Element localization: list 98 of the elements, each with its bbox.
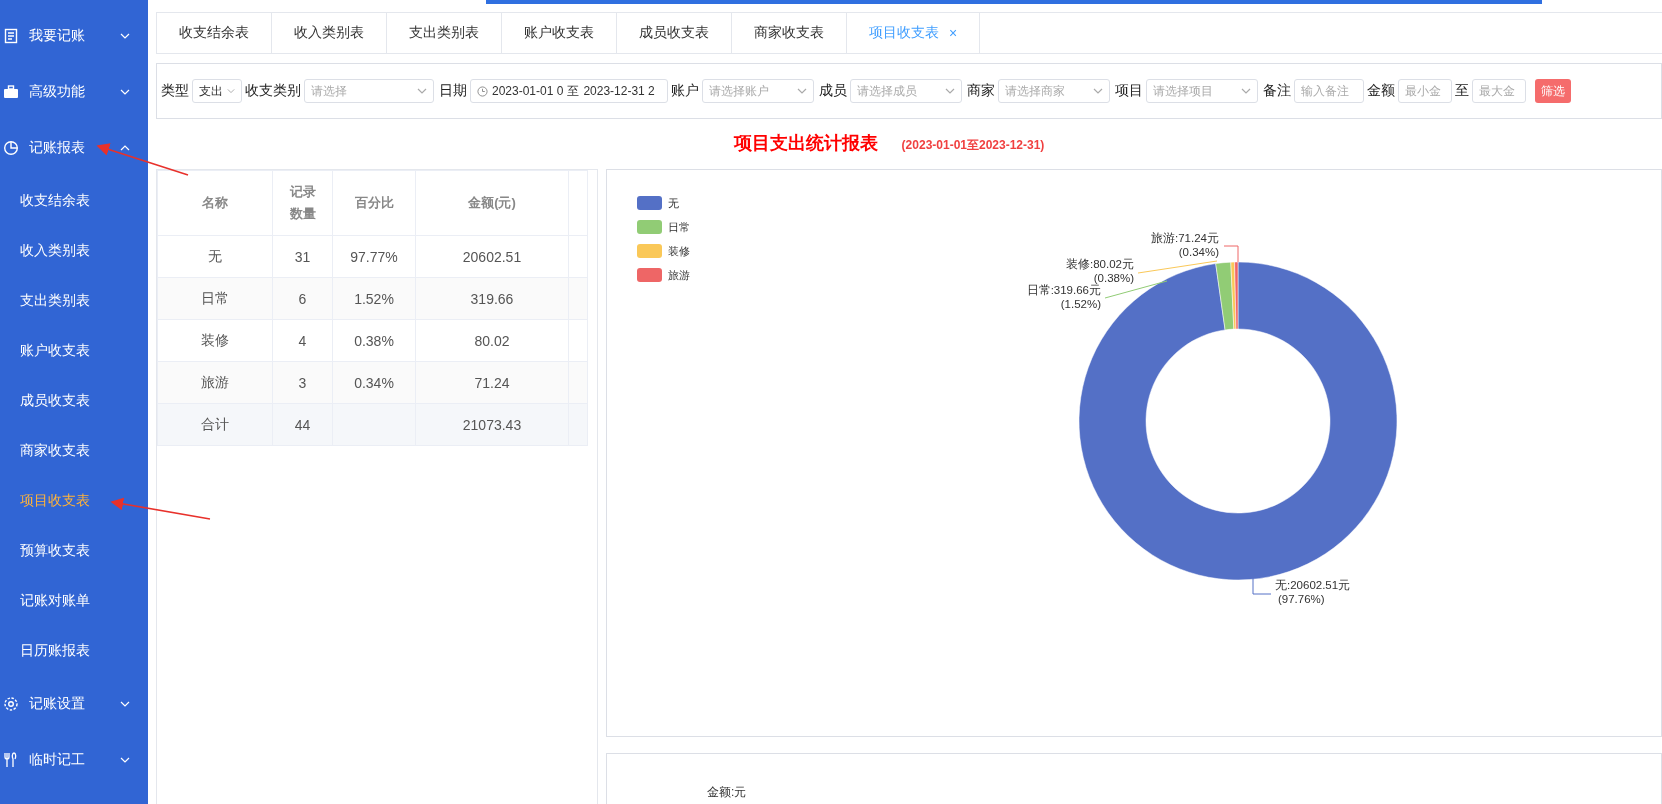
tab[interactable]: 成员收支表 [617,13,732,53]
chevron-icon [227,88,235,94]
legend-label: 无 [668,195,679,211]
table-cell: 21073.43 [415,403,569,446]
filter-label: 日期 [439,82,467,100]
table-cell: 4 [272,319,333,362]
max-amount-input[interactable]: 最大金 [1472,79,1526,103]
table-cell: 0.38% [332,319,416,362]
table-cell: 合计 [157,403,273,446]
filter-label: 商家 [967,82,995,100]
leader-line [1223,245,1239,263]
sidebar-subitem[interactable]: 商家收支表 [0,426,148,476]
filter-label: 金额 [1367,82,1395,100]
filter-label: 账户 [671,82,699,100]
table-cell: 日常 [157,277,273,320]
pie-icon [3,140,19,156]
clock-icon [477,85,488,97]
chevron-icon [1093,88,1103,94]
table-cell: 20602.51 [415,235,569,278]
table-cell: 0.34% [332,361,416,404]
chevron-icon [417,88,427,94]
slice-percent: (0.38%) [1093,272,1134,284]
axis-label: 金额:元 [707,784,747,801]
sidebar-subitem[interactable]: 支出类别表 [0,276,148,326]
tab[interactable]: 账户收支表 [502,13,617,53]
table-cell: 3 [272,361,333,404]
column-header: 百分比 [332,170,416,236]
filter-label: 类型 [161,82,189,100]
table-cell: 319.66 [415,277,569,320]
column-header: 记录数量 [272,170,333,236]
sidebar-subitem[interactable]: 记账对账单 [0,576,148,626]
date-end: 2023-12-31 2 [583,84,655,98]
sidebar-subitem[interactable]: 日历账报表 [0,626,148,676]
sidebar-item[interactable]: 记账报表 [0,120,148,176]
tab[interactable]: 支出类别表 [387,13,502,53]
sidebar-item[interactable]: 我要记账 [0,8,148,64]
type-select[interactable]: 支出 [192,79,242,103]
filter-label: 项目 [1115,82,1143,100]
report-title: 项目支出统计报表 [733,132,878,155]
table-cell: 31 [272,235,333,278]
chevron-icon [120,145,130,151]
sidebar-subitem[interactable]: 项目收支表 [0,476,148,526]
date-range-field[interactable]: 2023-01-01 0 至 2023-12-31 2 [470,79,668,103]
sidebar-subitem[interactable]: 收入类别表 [0,226,148,276]
sidebar-item[interactable]: 高级功能 [0,64,148,120]
chevron-icon [797,88,807,94]
table-cell: 1.52% [332,277,416,320]
legend-label: 旅游 [668,267,690,283]
table-cell: 6 [272,277,333,320]
table-cell: 44 [272,403,333,446]
table-cell: 80.02 [415,319,569,362]
date-start: 2023-01-01 0 [492,84,564,98]
sidebar-item[interactable]: 临时记工 [0,732,148,788]
filter-button[interactable]: 筛选 [1535,79,1571,103]
table-cell: 装修 [157,319,273,362]
tab[interactable]: 收支结余表 [157,13,272,53]
tab[interactable]: 商家收支表 [732,13,847,53]
report-period: (2023-01-01至2023-12-31) [901,137,1045,154]
tab[interactable]: 收入类别表 [272,13,387,53]
table-cell: 97.77% [332,235,416,278]
chevron-icon [120,89,130,95]
ledger-icon [3,28,19,44]
chevron-icon [945,88,955,94]
column-header: 金额(元) [415,170,569,236]
sidebar-subitem[interactable]: 预算收支表 [0,526,148,576]
sidebar-item[interactable]: 记账设置 [0,676,148,732]
filter-label: 至 [1455,82,1469,100]
table-cell: 无 [157,235,273,278]
column-header: 名称 [157,170,273,236]
filter-label: 成员 [819,82,847,100]
tools-icon [3,752,19,768]
min-amount-input[interactable]: 最小金 [1398,79,1452,103]
sidebar-subitem[interactable]: 收支结余表 [0,176,148,226]
date-separator: 至 [567,82,580,100]
chevron-icon [1241,88,1251,94]
slice-label: 旅游:71.24元 [1151,232,1219,244]
sidebar-subitem[interactable]: 成员收支表 [0,376,148,426]
legend-label: 日常 [668,219,690,235]
slice-label: 装修:80.02元 [1066,258,1134,270]
slice-percent: (97.76%) [1278,593,1325,605]
slice-label: 日常:319.66元 [1026,284,1101,296]
tab[interactable]: 项目收支表 × [847,13,981,53]
slice-label: 无:20602.51元 [1275,579,1351,591]
chevron-icon [120,701,130,707]
slice-percent: (1.52%) [1060,298,1101,310]
close-icon[interactable]: × [949,25,958,41]
chevron-icon [120,757,130,763]
slice-percent: (0.34%) [1178,246,1219,258]
table-cell: 旅游 [157,361,273,404]
note-input[interactable]: 输入备注 [1294,79,1364,103]
table-cell: 71.24 [415,361,569,404]
settings-icon [3,696,19,712]
filter-label: 收支类别 [245,82,301,100]
filter-label: 备注 [1263,82,1291,100]
briefcase-icon [3,84,19,100]
chevron-icon [120,33,130,39]
legend-label: 装修 [668,243,690,259]
sidebar-subitem[interactable]: 账户收支表 [0,326,148,376]
